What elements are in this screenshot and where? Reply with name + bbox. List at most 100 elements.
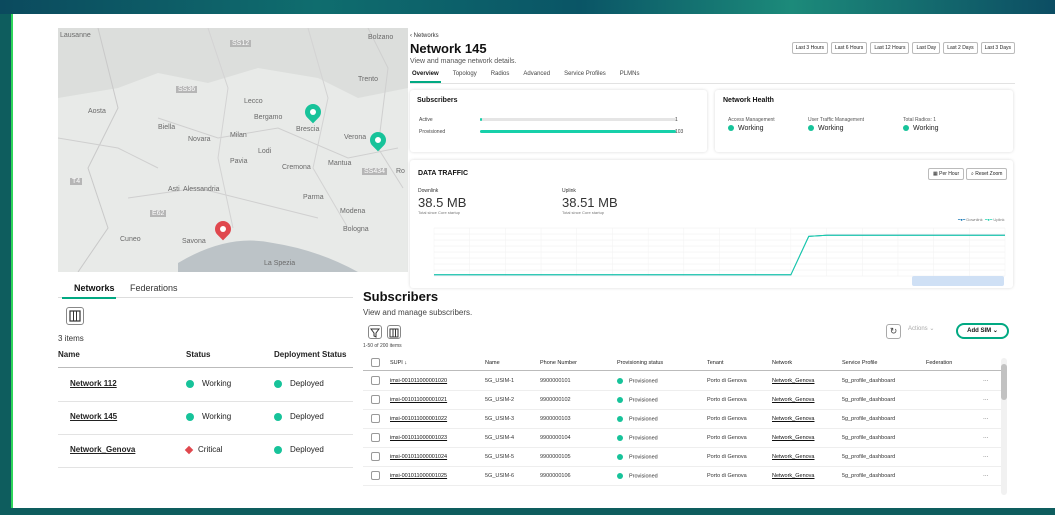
health-traffic-value: Working (808, 125, 844, 132)
column-settings-button[interactable] (66, 307, 84, 325)
network-link[interactable]: Network_Genova (772, 378, 815, 384)
table-scrollbar-thumb[interactable] (1001, 364, 1007, 400)
col-network[interactable]: Network (772, 360, 792, 366)
back-link[interactable]: ‹ Networks (410, 33, 439, 39)
col-federation[interactable]: Federation (926, 360, 952, 366)
col-supi[interactable]: SUPI ↓ (390, 360, 407, 366)
col-name[interactable]: Name (58, 350, 80, 359)
map-label-lecco: Lecco (244, 98, 263, 105)
uplink-label: Uplink (562, 188, 576, 194)
tab-topology[interactable]: Topology (451, 71, 479, 83)
tab-federations[interactable]: Federations (130, 283, 178, 293)
select-all-checkbox[interactable] (371, 358, 380, 367)
row-checkbox[interactable] (371, 452, 380, 461)
table-row[interactable]: Network 112 Working Deployed (58, 369, 353, 402)
add-sim-label: Add SIM (967, 328, 992, 334)
supi-link[interactable]: imsi-001011000001020 (390, 378, 447, 384)
network-name-link[interactable]: Network_Genova (70, 445, 135, 454)
row-more-icon[interactable]: ··· (983, 435, 989, 441)
time-range-1d[interactable]: Last Day (912, 42, 941, 54)
row-more-icon[interactable]: ··· (983, 454, 989, 460)
tab-advanced[interactable]: Advanced (521, 71, 552, 83)
table-row[interactable]: imsi-001011000001023 5G_USIM-4 990000010… (363, 429, 1001, 448)
row-checkbox[interactable] (371, 433, 380, 442)
time-range-3h[interactable]: Last 3 Hours (791, 42, 828, 54)
table-row[interactable]: Network 145 Working Deployed (58, 402, 353, 435)
health-traffic-text: Working (818, 125, 844, 132)
row-more-icon[interactable]: ··· (983, 473, 989, 479)
time-range-3d[interactable]: Last 3 Days (980, 42, 1015, 54)
map-label-milan: Milan (230, 132, 247, 139)
actions-menu[interactable]: Actions ⌄ (908, 325, 934, 332)
network-map[interactable]: Lausanne Bolzano Trento Aosta Biella Nov… (58, 28, 408, 272)
row-checkbox[interactable] (371, 395, 380, 404)
subscriber-name: 5G_USIM-1 (485, 378, 515, 384)
col-status[interactable]: Status (186, 350, 210, 359)
map-label-novara: Novara (188, 136, 211, 143)
col-phone[interactable]: Phone Number (540, 360, 577, 366)
tab-networks[interactable]: Networks (74, 283, 115, 293)
network-link[interactable]: Network_Genova (772, 454, 815, 460)
tab-overview[interactable]: Overview (410, 71, 441, 83)
time-range-2d[interactable]: Last 2 Days (943, 42, 978, 54)
col-name[interactable]: Name (485, 360, 500, 366)
per-hour-label: Per Hour (939, 171, 960, 177)
col-provisioning-status[interactable]: Provisioning status (617, 360, 663, 366)
tab-radios[interactable]: Radios (489, 71, 512, 83)
row-checkbox[interactable] (371, 376, 380, 385)
table-row[interactable]: imsi-001011000001021 5G_USIM-2 990000010… (363, 391, 1001, 410)
map-road-e62: E62 (150, 210, 167, 217)
network-name-link[interactable]: Network 112 (70, 379, 117, 388)
row-more-icon[interactable]: ··· (983, 378, 989, 384)
phone-number: 9900000104 (540, 435, 571, 441)
reset-zoom-button[interactable]: ⌕ Reset Zoom (966, 168, 1008, 180)
time-range-12h[interactable]: Last 12 Hours (870, 42, 910, 54)
provisioning-status: Provisioned (617, 454, 658, 460)
supi-link[interactable]: imsi-001011000001021 (390, 397, 447, 403)
refresh-button[interactable]: ↻ (886, 324, 901, 339)
per-hour-button[interactable]: ▦ Per Hour (928, 168, 965, 180)
phone-number: 9900000106 (540, 473, 571, 479)
row-checkbox[interactable] (371, 414, 380, 423)
provisioning-status: Provisioned (617, 435, 658, 441)
network-link[interactable]: Network_Genova (772, 473, 815, 479)
health-access-text: Working (738, 125, 764, 132)
table-row[interactable]: imsi-001011000001020 5G_USIM-1 990000010… (363, 372, 1001, 391)
downlink-label: Downlink (418, 188, 439, 194)
active-bar (480, 118, 676, 121)
subscriber-name: 5G_USIM-6 (485, 473, 515, 479)
chart-zoom-range-selector[interactable] (912, 276, 1004, 286)
col-tenant[interactable]: Tenant (707, 360, 724, 366)
tab-plmns[interactable]: PLMNs (618, 71, 642, 83)
network-link[interactable]: Network_Genova (772, 397, 815, 403)
col-service-profile[interactable]: Service Profile (842, 360, 877, 366)
subscribers-title: Subscribers (363, 289, 439, 304)
tab-service-profiles[interactable]: Service Profiles (562, 71, 608, 83)
network-health-card: Network Health Access Management Working… (715, 90, 1013, 152)
active-bar-fill (480, 118, 482, 121)
network-link[interactable]: Network_Genova (772, 416, 815, 422)
table-row[interactable]: imsi-001011000001024 5G_USIM-5 990000010… (363, 448, 1001, 467)
time-range-6h[interactable]: Last 6 Hours (830, 42, 868, 54)
supi-link[interactable]: imsi-001011000001022 (390, 416, 447, 422)
uplink-value: 38.51 MB (562, 195, 618, 210)
subscribers-columns-button[interactable] (387, 325, 401, 339)
network-name-link[interactable]: Network 145 (70, 412, 117, 421)
provisioning-status-text: Provisioned (629, 378, 658, 385)
add-sim-button[interactable]: Add SIM ⌄ (956, 323, 1009, 339)
row-checkbox[interactable] (371, 471, 380, 480)
table-row[interactable]: Network_Genova Critical Deployed (58, 435, 353, 468)
col-deployment-status[interactable]: Deployment Status (274, 350, 346, 359)
table-row[interactable]: imsi-001011000001022 5G_USIM-3 990000010… (363, 410, 1001, 429)
row-more-icon[interactable]: ··· (983, 416, 989, 422)
network-status-text: Working (202, 379, 232, 388)
map-label-bologna: Bologna (343, 226, 369, 233)
table-row[interactable]: imsi-001011000001025 5G_USIM-6 990000010… (363, 467, 1001, 486)
supi-link[interactable]: imsi-001011000001024 (390, 454, 447, 460)
supi-link[interactable]: imsi-001011000001025 (390, 473, 447, 479)
filter-button[interactable] (368, 325, 382, 339)
back-link-label[interactable]: Networks (414, 33, 439, 39)
row-more-icon[interactable]: ··· (983, 397, 989, 403)
network-link[interactable]: Network_Genova (772, 435, 815, 441)
supi-link[interactable]: imsi-001011000001023 (390, 435, 447, 441)
